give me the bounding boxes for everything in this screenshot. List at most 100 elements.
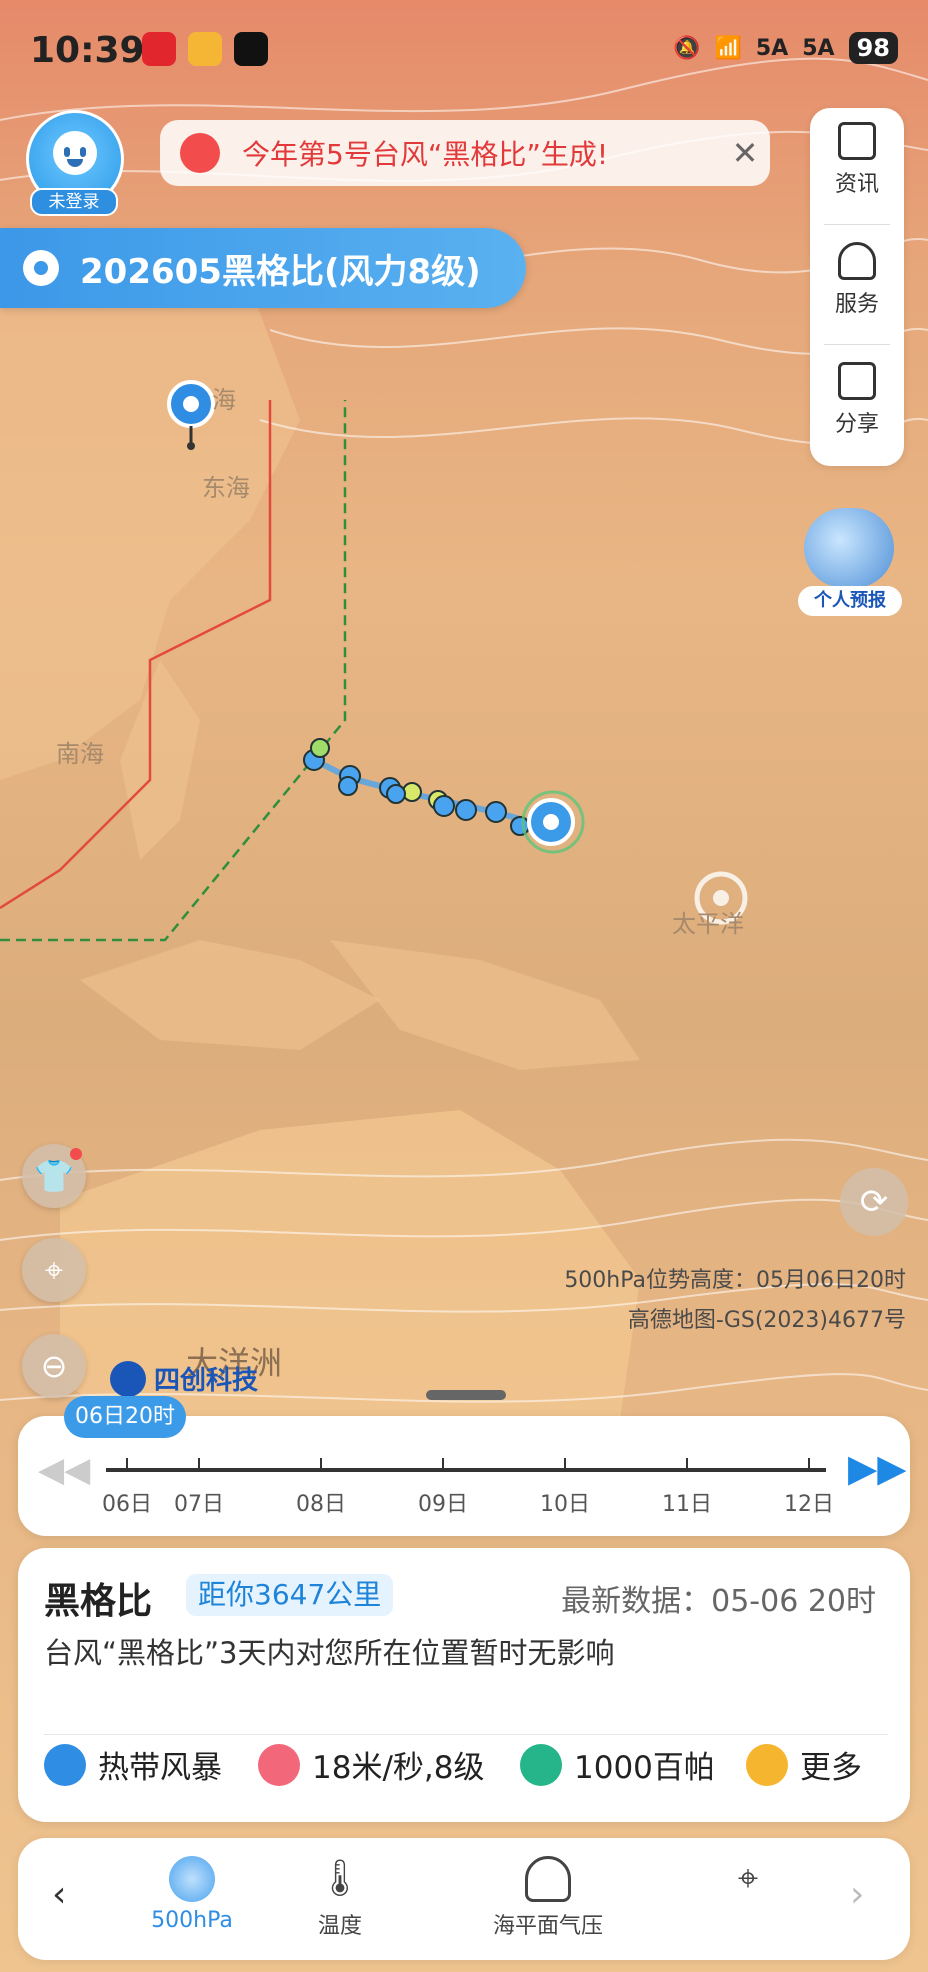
brand-logo-icon (110, 1360, 146, 1397)
layer-nav-bar: ‹ 500hPa 🌡 温度 海平面气压 ⌖ › (18, 1838, 910, 1960)
refresh-icon: ⟳ (859, 1182, 889, 1222)
wifi-icon: 📶 (714, 35, 742, 61)
storm-selector[interactable]: 202605黑格比(风力8级) (0, 228, 526, 308)
timeline-tick (808, 1458, 810, 1472)
stat-wind: 18米/秒,8级 (258, 1742, 484, 1787)
news-button[interactable]: 资讯 (810, 108, 904, 218)
pressure-label: 1000百帕 (574, 1750, 715, 1786)
timeline-panel: 06日20时 ◀◀ 06日 07日 08日 09日 10日 11日 12日 ▶▶ (18, 1396, 910, 1536)
login-status-badge[interactable]: 未登录 (30, 188, 118, 216)
typhoon-notice-banner[interactable]: 今年第5号台风“黑格比”生成! ✕ (160, 120, 770, 186)
map-label-east-sea: 东海 (202, 474, 250, 502)
storm-icon (44, 1743, 86, 1786)
speaker-icon (180, 133, 220, 173)
news-icon (838, 122, 876, 160)
timeline-tick (320, 1458, 322, 1472)
battery-level: 98 (848, 32, 898, 64)
timeline-day-label: 06日 (102, 1492, 152, 1517)
storm-name: 黑格比 (44, 1581, 153, 1622)
timeline-day-label: 11日 (662, 1492, 712, 1517)
layer-info: 500hPa位势高度：05月06日20时 (564, 1268, 906, 1293)
app-notification-icon (142, 32, 176, 66)
drag-handle[interactable] (426, 1390, 506, 1400)
share-button[interactable]: 分享 (810, 348, 904, 458)
more-label: 更多 (800, 1750, 862, 1786)
typhoon-icon (23, 250, 59, 286)
refresh-button[interactable]: ⟳ (840, 1168, 908, 1236)
notification-dot (70, 1148, 82, 1160)
track-button[interactable]: ⊖ (22, 1334, 86, 1398)
service-button[interactable]: 服务 (810, 228, 904, 338)
tab-sea-level-pressure-label: 海平面气压 (492, 1914, 603, 1939)
share-icon (838, 362, 876, 400)
tab-sea-level-pressure[interactable]: 海平面气压 (460, 1856, 636, 1940)
timeline-prev-icon[interactable]: ◀◀ (38, 1450, 90, 1490)
timeline-tick (198, 1458, 200, 1472)
map-label-south-sea: 南海 (56, 740, 104, 768)
avatar-face-icon (53, 131, 97, 175)
news-label: 资讯 (834, 172, 879, 197)
signal-1: 5A (755, 35, 789, 61)
tiktok-icon (234, 32, 268, 66)
distance-badge: 距你3647公里 (186, 1574, 394, 1616)
tab-temperature[interactable]: 🌡 温度 (270, 1856, 410, 1940)
shirt-icon: 👕 (34, 1157, 74, 1195)
orbit-icon: ⊖ (40, 1347, 68, 1385)
brand-name: 四创科技 (154, 1366, 259, 1396)
timeline-play-icon[interactable]: ▶▶ (848, 1446, 906, 1490)
wind-icon (258, 1743, 300, 1786)
mute-icon: 🔕 (673, 35, 701, 61)
timeline-track[interactable] (106, 1468, 826, 1472)
globe-icon (804, 508, 894, 588)
stat-pressure: 1000百帕 (520, 1742, 715, 1787)
signal-2: 5A (802, 35, 835, 61)
tab-500hpa-label: 500hPa (151, 1908, 233, 1933)
timeline-day-label: 07日 (174, 1492, 224, 1517)
typhoon-marker-icon (521, 790, 585, 854)
track-points (303, 738, 530, 836)
tab-500hpa[interactable]: 500hPa (122, 1856, 262, 1933)
close-icon[interactable]: ✕ (720, 134, 770, 172)
timeline-tick (126, 1458, 128, 1472)
timeline-tick (686, 1458, 688, 1472)
storm-tag-label: 202605黑格比(风力8级) (80, 251, 481, 292)
chevron-left-icon[interactable]: ‹ (52, 1874, 66, 1915)
share-label: 分享 (834, 412, 879, 437)
wave-icon (169, 1856, 215, 1902)
layers-button[interactable]: 👕 (22, 1144, 86, 1208)
divider (824, 224, 890, 225)
timeline-day-label: 12日 (784, 1492, 834, 1517)
timeline-day-label: 09日 (418, 1492, 468, 1517)
weibo-icon (188, 32, 222, 66)
storm-level-label: 热带风暴 (98, 1750, 222, 1786)
map-label-sea: 海 (212, 386, 236, 414)
status-bar: 10:39 🔕 📶 5A 5A 98 (0, 0, 928, 104)
impact-text: 台风“黑格比”3天内对您所在位置暂时无影响 (44, 1636, 615, 1670)
map-copyright: 高德地图-GS(2023)4677号 (627, 1308, 906, 1333)
right-tool-panel: 资讯 服务 分享 (810, 108, 904, 466)
chevron-right-icon[interactable]: › (850, 1874, 864, 1915)
timeline-current-badge: 06日20时 (64, 1396, 186, 1438)
latest-data-time: 最新数据：05-06 20时 (561, 1584, 876, 1619)
land-borneo (80, 940, 380, 1050)
personal-forecast-widget[interactable]: 个人预报 (798, 508, 902, 618)
locate-icon: ⌖ (44, 1251, 64, 1289)
tab-more-layer[interactable]: ⌖ (678, 1856, 818, 1908)
timeline-day-label: 08日 (296, 1492, 346, 1517)
more-button[interactable]: 更多 (746, 1742, 862, 1787)
notice-text: 今年第5号台风“黑格比”生成! (242, 138, 609, 171)
pressure-icon (520, 1743, 562, 1786)
brand-logo: 四创科技 (110, 1360, 258, 1397)
status-icons: 🔕 📶 5A 5A 98 (673, 32, 898, 64)
crosshair-icon: ⌖ (737, 1858, 759, 1899)
service-label: 服务 (834, 292, 879, 317)
timeline-tick (442, 1458, 444, 1472)
status-time: 10:39 (30, 30, 145, 71)
timeline-day-label: 10日 (540, 1492, 590, 1517)
stat-storm-level: 热带风暴 (44, 1742, 222, 1787)
storm-info-card[interactable]: 黑格比 距你3647公里 最新数据：05-06 20时 台风“黑格比”3天内对您… (18, 1548, 910, 1822)
personal-forecast-label: 个人预报 (798, 586, 902, 616)
divider (824, 344, 890, 345)
locate-button[interactable]: ⌖ (22, 1238, 86, 1302)
gauge-icon (525, 1856, 571, 1902)
